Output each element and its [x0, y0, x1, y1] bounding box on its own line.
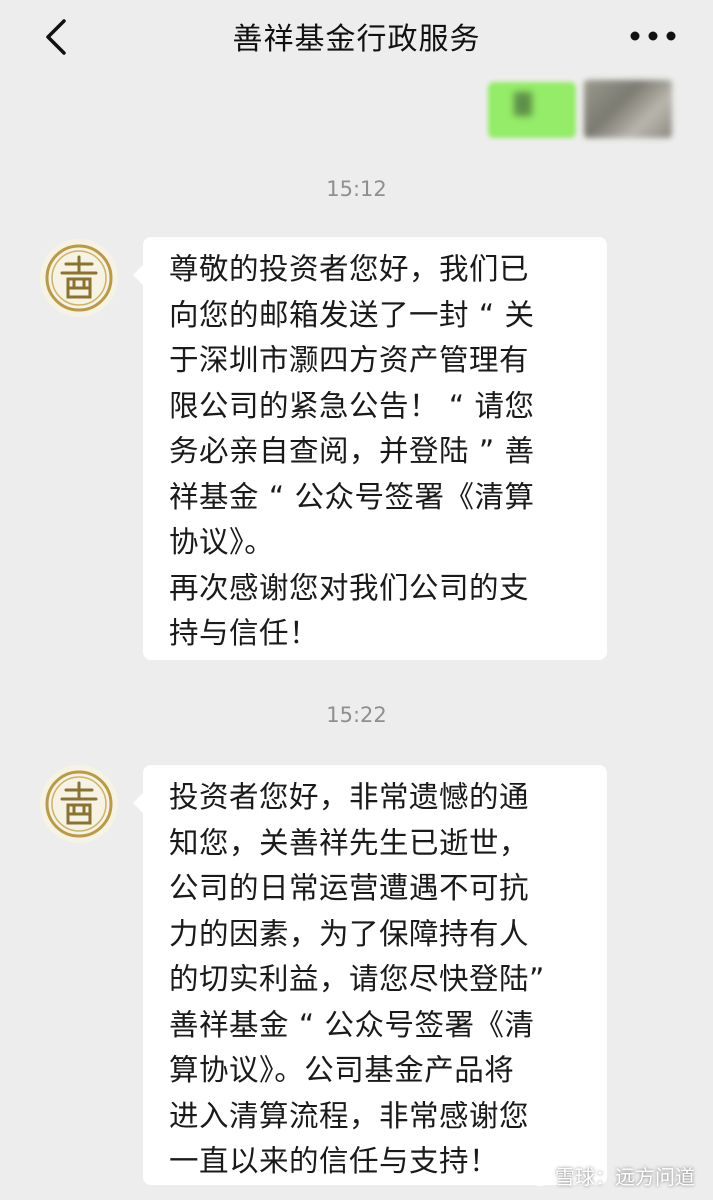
- chat-screen: 善祥基金行政服务 15:12 尊敬的投资者您好，我们已 向您的邮箱发送了一封 “…: [0, 0, 713, 1200]
- incoming-message-bubble[interactable]: 尊敬的投资者您好，我们已 向您的邮箱发送了一封 “ 关 于深圳市灏四方资产管理有…: [133, 237, 607, 660]
- message-text-line: 善祥基金 “ 公众号签署《清: [169, 1007, 535, 1042]
- message-text-line: 力的因素，为了保障持有人: [169, 916, 530, 951]
- message-text-line: 算协议》。公司基金产品将: [169, 1053, 515, 1087]
- shan-seal-avatar-icon: [45, 244, 113, 312]
- message-timestamp: 15:12: [326, 177, 387, 201]
- message-text-line: 再次感谢您对我们公司的支: [169, 570, 530, 605]
- message-text-line: 协议》。: [169, 525, 275, 559]
- snowball-logo-icon: [530, 1165, 550, 1186]
- watermark-text: 雪球：远方问道: [555, 1165, 695, 1189]
- blurred-content: [514, 92, 532, 116]
- message-text-line: 向您的邮箱发送了一封 “ 关: [169, 297, 535, 332]
- sender-avatar[interactable]: [40, 765, 118, 843]
- message-text-line: 公司的日常运营遭遇不可抗: [169, 871, 530, 905]
- more-dots-icon: [630, 31, 676, 41]
- incoming-message-bubble[interactable]: 投资者您好，非常遗憾的通 知您，关善祥先生已逝世， 公司的日常运营遭遇不可抗 力…: [133, 765, 607, 1185]
- chat-header: 善祥基金行政服务: [0, 0, 713, 72]
- message-text-line: 于深圳市灏四方资产管理有: [169, 343, 530, 377]
- message-text-line: 投资者您好，非常遗憾的通: [169, 780, 530, 814]
- message-text-line: 务必亲自查阅，并登陆 ” 善: [169, 434, 535, 468]
- message-text-line: 限公司的紧急公告！ “ 请您: [169, 388, 535, 423]
- self-avatar-blurred[interactable]: [584, 80, 672, 138]
- message-text-line: 祥基金 “ 公众号签署《清算: [169, 479, 535, 514]
- chat-title: 善祥基金行政服务: [232, 22, 481, 57]
- outgoing-message-bubble-blurred[interactable]: [488, 82, 576, 138]
- message-text-line: 进入清算流程，非常感谢您: [169, 1098, 530, 1133]
- xueqiu-watermark: 雪球：远方问道: [529, 1161, 695, 1190]
- sender-avatar[interactable]: [40, 239, 118, 317]
- more-button[interactable]: [623, 14, 683, 58]
- shan-seal-avatar-icon: [45, 770, 113, 838]
- message-text-line: 持与信任！: [169, 616, 320, 650]
- message-text-line: 一直以来的信任与支持！: [169, 1144, 500, 1178]
- message-text-line: 尊敬的投资者您好，我们已: [169, 252, 530, 286]
- message-text-line: 知您，关善祥先生已逝世，: [169, 825, 530, 860]
- message-text-line: 的切实利益，请您尽快登陆”: [169, 962, 545, 996]
- message-timestamp: 15:22: [326, 703, 387, 727]
